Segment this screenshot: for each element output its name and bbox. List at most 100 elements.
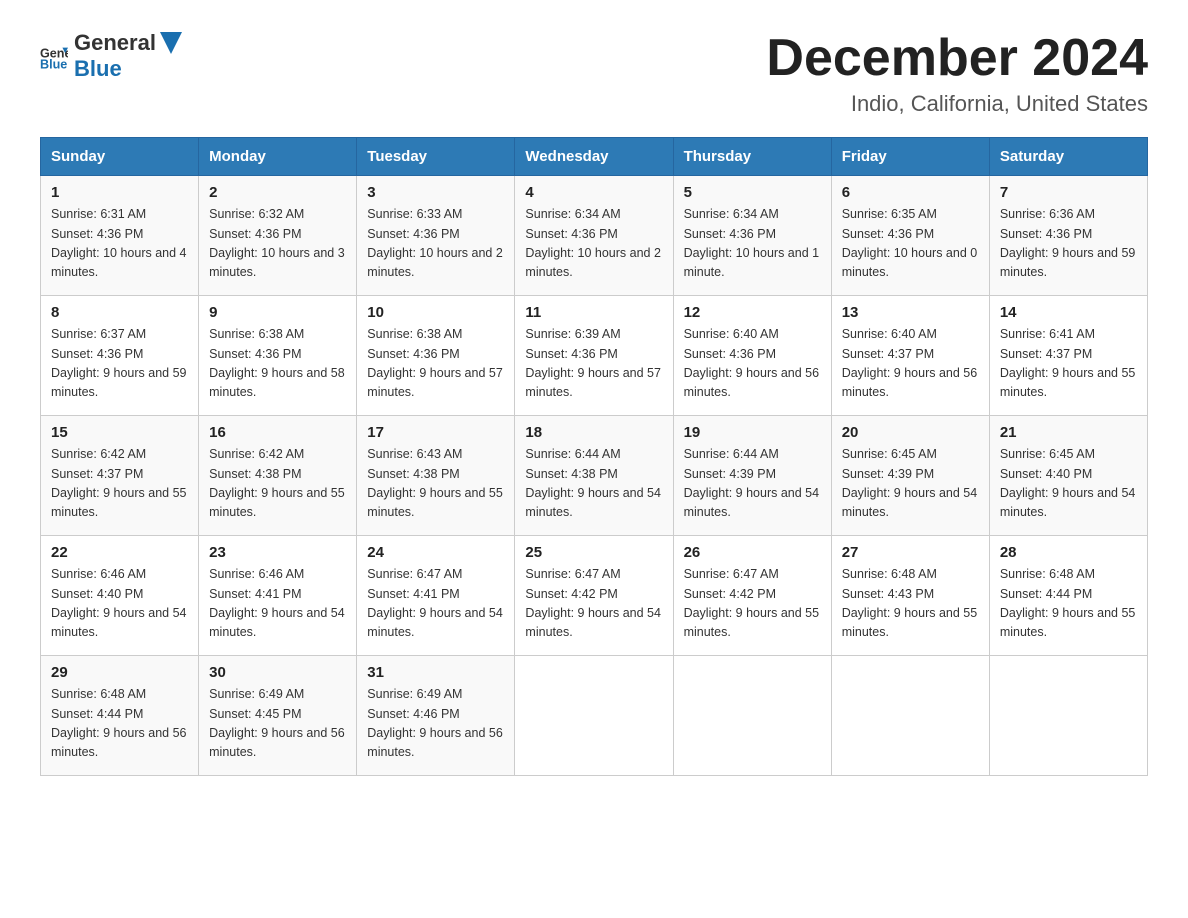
- week-row-3: 15 Sunrise: 6:42 AM Sunset: 4:37 PM Dayl…: [41, 416, 1148, 536]
- calendar-cell: 9 Sunrise: 6:38 AM Sunset: 4:36 PM Dayli…: [199, 296, 357, 416]
- calendar-header: SundayMondayTuesdayWednesdayThursdayFrid…: [41, 138, 1148, 176]
- svg-text:Blue: Blue: [40, 58, 67, 70]
- calendar-table: SundayMondayTuesdayWednesdayThursdayFrid…: [40, 137, 1148, 776]
- calendar-cell: [989, 656, 1147, 776]
- day-number: 31: [367, 664, 504, 681]
- calendar-cell: 4 Sunrise: 6:34 AM Sunset: 4:36 PM Dayli…: [515, 176, 673, 296]
- calendar-cell: 11 Sunrise: 6:39 AM Sunset: 4:36 PM Dayl…: [515, 296, 673, 416]
- location-subtitle: Indio, California, United States: [766, 91, 1148, 117]
- logo-blue-text: Blue: [74, 56, 122, 81]
- day-number: 12: [684, 304, 821, 321]
- day-number: 2: [209, 184, 346, 201]
- day-number: 3: [367, 184, 504, 201]
- day-number: 10: [367, 304, 504, 321]
- day-number: 21: [1000, 424, 1137, 441]
- day-info: Sunrise: 6:33 AM Sunset: 4:36 PM Dayligh…: [367, 205, 504, 283]
- calendar-cell: 10 Sunrise: 6:38 AM Sunset: 4:36 PM Dayl…: [357, 296, 515, 416]
- day-info: Sunrise: 6:49 AM Sunset: 4:45 PM Dayligh…: [209, 685, 346, 763]
- day-number: 25: [525, 544, 662, 561]
- header-friday: Friday: [831, 138, 989, 176]
- day-info: Sunrise: 6:35 AM Sunset: 4:36 PM Dayligh…: [842, 205, 979, 283]
- day-number: 22: [51, 544, 188, 561]
- day-number: 17: [367, 424, 504, 441]
- day-number: 1: [51, 184, 188, 201]
- day-info: Sunrise: 6:38 AM Sunset: 4:36 PM Dayligh…: [367, 325, 504, 403]
- page-header: General Blue General Blue December 2024 …: [40, 30, 1148, 117]
- day-info: Sunrise: 6:48 AM Sunset: 4:43 PM Dayligh…: [842, 565, 979, 643]
- day-info: Sunrise: 6:45 AM Sunset: 4:39 PM Dayligh…: [842, 445, 979, 523]
- day-number: 23: [209, 544, 346, 561]
- day-number: 15: [51, 424, 188, 441]
- day-info: Sunrise: 6:40 AM Sunset: 4:37 PM Dayligh…: [842, 325, 979, 403]
- day-info: Sunrise: 6:42 AM Sunset: 4:38 PM Dayligh…: [209, 445, 346, 523]
- day-info: Sunrise: 6:47 AM Sunset: 4:42 PM Dayligh…: [525, 565, 662, 643]
- day-info: Sunrise: 6:44 AM Sunset: 4:39 PM Dayligh…: [684, 445, 821, 523]
- day-number: 26: [684, 544, 821, 561]
- calendar-cell: 8 Sunrise: 6:37 AM Sunset: 4:36 PM Dayli…: [41, 296, 199, 416]
- calendar-cell: 3 Sunrise: 6:33 AM Sunset: 4:36 PM Dayli…: [357, 176, 515, 296]
- day-info: Sunrise: 6:34 AM Sunset: 4:36 PM Dayligh…: [684, 205, 821, 283]
- day-info: Sunrise: 6:47 AM Sunset: 4:41 PM Dayligh…: [367, 565, 504, 643]
- day-number: 13: [842, 304, 979, 321]
- day-info: Sunrise: 6:41 AM Sunset: 4:37 PM Dayligh…: [1000, 325, 1137, 403]
- calendar-cell: 20 Sunrise: 6:45 AM Sunset: 4:39 PM Dayl…: [831, 416, 989, 536]
- calendar-cell: 22 Sunrise: 6:46 AM Sunset: 4:40 PM Dayl…: [41, 536, 199, 656]
- day-number: 29: [51, 664, 188, 681]
- day-info: Sunrise: 6:48 AM Sunset: 4:44 PM Dayligh…: [51, 685, 188, 763]
- header-tuesday: Tuesday: [357, 138, 515, 176]
- week-row-2: 8 Sunrise: 6:37 AM Sunset: 4:36 PM Dayli…: [41, 296, 1148, 416]
- calendar-cell: 27 Sunrise: 6:48 AM Sunset: 4:43 PM Dayl…: [831, 536, 989, 656]
- day-info: Sunrise: 6:31 AM Sunset: 4:36 PM Dayligh…: [51, 205, 188, 283]
- day-info: Sunrise: 6:47 AM Sunset: 4:42 PM Dayligh…: [684, 565, 821, 643]
- day-number: 9: [209, 304, 346, 321]
- logo-triangle-icon: [160, 32, 182, 54]
- month-title: December 2024: [766, 30, 1148, 87]
- calendar-cell: 31 Sunrise: 6:49 AM Sunset: 4:46 PM Dayl…: [357, 656, 515, 776]
- day-number: 16: [209, 424, 346, 441]
- calendar-cell: [515, 656, 673, 776]
- header-sunday: Sunday: [41, 138, 199, 176]
- day-info: Sunrise: 6:34 AM Sunset: 4:36 PM Dayligh…: [525, 205, 662, 283]
- calendar-cell: 12 Sunrise: 6:40 AM Sunset: 4:36 PM Dayl…: [673, 296, 831, 416]
- day-number: 28: [1000, 544, 1137, 561]
- calendar-cell: 2 Sunrise: 6:32 AM Sunset: 4:36 PM Dayli…: [199, 176, 357, 296]
- day-info: Sunrise: 6:49 AM Sunset: 4:46 PM Dayligh…: [367, 685, 504, 763]
- logo-general-text: General: [74, 30, 156, 56]
- calendar-cell: 15 Sunrise: 6:42 AM Sunset: 4:37 PM Dayl…: [41, 416, 199, 536]
- day-number: 20: [842, 424, 979, 441]
- day-info: Sunrise: 6:42 AM Sunset: 4:37 PM Dayligh…: [51, 445, 188, 523]
- calendar-cell: 7 Sunrise: 6:36 AM Sunset: 4:36 PM Dayli…: [989, 176, 1147, 296]
- title-block: December 2024 Indio, California, United …: [766, 30, 1148, 117]
- header-row: SundayMondayTuesdayWednesdayThursdayFrid…: [41, 138, 1148, 176]
- calendar-cell: 29 Sunrise: 6:48 AM Sunset: 4:44 PM Dayl…: [41, 656, 199, 776]
- logo-icon: General Blue: [40, 42, 68, 70]
- day-info: Sunrise: 6:45 AM Sunset: 4:40 PM Dayligh…: [1000, 445, 1137, 523]
- week-row-1: 1 Sunrise: 6:31 AM Sunset: 4:36 PM Dayli…: [41, 176, 1148, 296]
- header-thursday: Thursday: [673, 138, 831, 176]
- logo: General Blue General Blue: [40, 30, 182, 82]
- calendar-cell: 1 Sunrise: 6:31 AM Sunset: 4:36 PM Dayli…: [41, 176, 199, 296]
- calendar-cell: 30 Sunrise: 6:49 AM Sunset: 4:45 PM Dayl…: [199, 656, 357, 776]
- day-number: 14: [1000, 304, 1137, 321]
- day-info: Sunrise: 6:32 AM Sunset: 4:36 PM Dayligh…: [209, 205, 346, 283]
- calendar-cell: 21 Sunrise: 6:45 AM Sunset: 4:40 PM Dayl…: [989, 416, 1147, 536]
- calendar-cell: 24 Sunrise: 6:47 AM Sunset: 4:41 PM Dayl…: [357, 536, 515, 656]
- calendar-body: 1 Sunrise: 6:31 AM Sunset: 4:36 PM Dayli…: [41, 176, 1148, 776]
- header-saturday: Saturday: [989, 138, 1147, 176]
- calendar-cell: 5 Sunrise: 6:34 AM Sunset: 4:36 PM Dayli…: [673, 176, 831, 296]
- calendar-cell: 25 Sunrise: 6:47 AM Sunset: 4:42 PM Dayl…: [515, 536, 673, 656]
- calendar-cell: 26 Sunrise: 6:47 AM Sunset: 4:42 PM Dayl…: [673, 536, 831, 656]
- day-info: Sunrise: 6:38 AM Sunset: 4:36 PM Dayligh…: [209, 325, 346, 403]
- day-number: 8: [51, 304, 188, 321]
- day-info: Sunrise: 6:48 AM Sunset: 4:44 PM Dayligh…: [1000, 565, 1137, 643]
- day-info: Sunrise: 6:37 AM Sunset: 4:36 PM Dayligh…: [51, 325, 188, 403]
- calendar-cell: 19 Sunrise: 6:44 AM Sunset: 4:39 PM Dayl…: [673, 416, 831, 536]
- calendar-cell: 13 Sunrise: 6:40 AM Sunset: 4:37 PM Dayl…: [831, 296, 989, 416]
- day-number: 6: [842, 184, 979, 201]
- calendar-cell: 14 Sunrise: 6:41 AM Sunset: 4:37 PM Dayl…: [989, 296, 1147, 416]
- day-info: Sunrise: 6:44 AM Sunset: 4:38 PM Dayligh…: [525, 445, 662, 523]
- calendar-cell: 16 Sunrise: 6:42 AM Sunset: 4:38 PM Dayl…: [199, 416, 357, 536]
- day-info: Sunrise: 6:39 AM Sunset: 4:36 PM Dayligh…: [525, 325, 662, 403]
- calendar-cell: [831, 656, 989, 776]
- day-info: Sunrise: 6:43 AM Sunset: 4:38 PM Dayligh…: [367, 445, 504, 523]
